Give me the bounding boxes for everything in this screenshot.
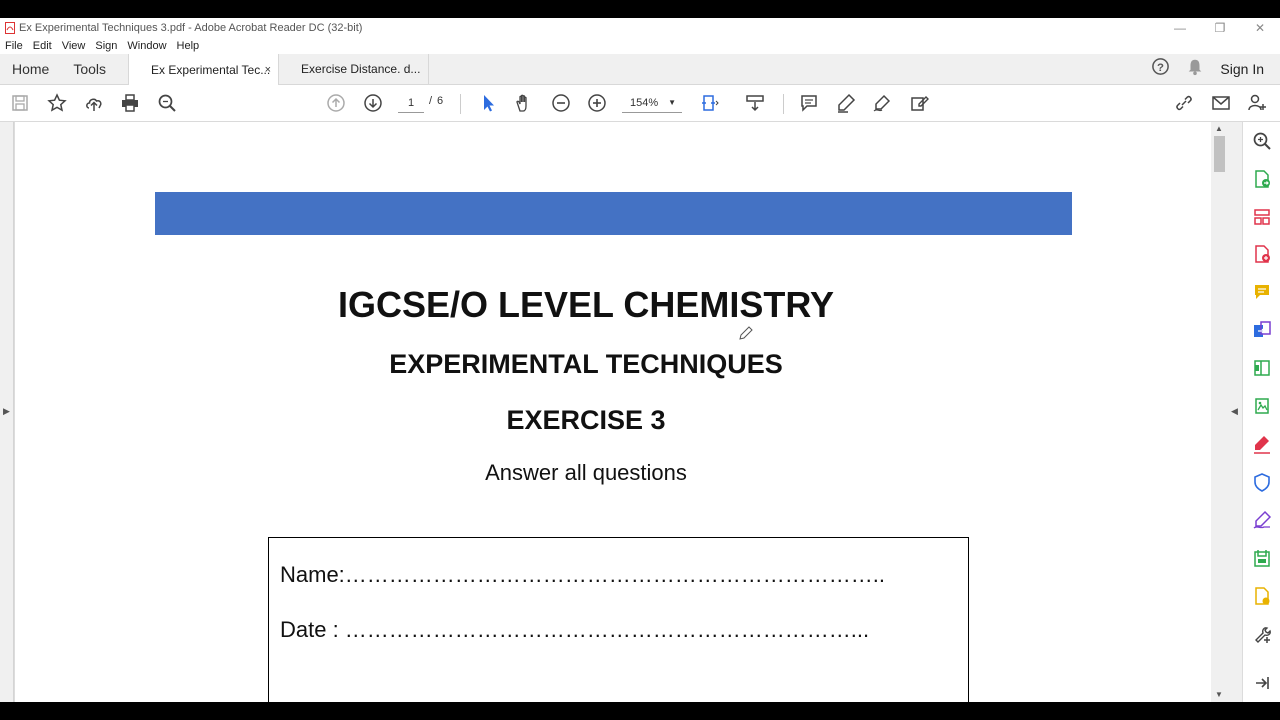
document-title: IGCSE/O LEVEL CHEMISTRY	[337, 284, 835, 325]
tab-bar-right: ? Sign In	[1151, 54, 1280, 84]
save-icon[interactable]	[8, 92, 32, 114]
protect-icon[interactable]	[1251, 471, 1273, 493]
left-panel-toggle[interactable]: ▶	[0, 122, 14, 702]
send-review-icon[interactable]	[1251, 585, 1273, 607]
email-icon[interactable]	[1209, 92, 1233, 114]
highlight-pen-icon[interactable]	[834, 92, 858, 114]
zoom-in-icon[interactable]	[585, 92, 609, 114]
sign-in-button[interactable]: Sign In	[1220, 61, 1264, 77]
share-link-icon[interactable]	[1172, 92, 1196, 114]
menu-help[interactable]: Help	[177, 40, 200, 52]
toolbar-separator	[783, 94, 784, 114]
upload-cloud-icon[interactable]	[82, 92, 106, 114]
minimize-icon[interactable]: —	[1160, 18, 1200, 37]
chevron-down-icon: ▼	[668, 98, 676, 107]
right-panel-toggle[interactable]: ◀	[1228, 122, 1242, 702]
menu-window[interactable]: Window	[127, 40, 166, 52]
name-line: Name:………………………………………………………………..	[280, 562, 886, 587]
fit-page-icon[interactable]	[698, 92, 722, 114]
svg-text:?: ?	[1157, 62, 1164, 74]
tab-bar: Home Tools Ex Experimental Tec... × Exer…	[0, 54, 1280, 86]
menu-bar: File Edit View Sign Window Help	[0, 37, 1280, 54]
zoom-out-icon[interactable]	[549, 92, 573, 114]
comment-icon[interactable]	[797, 92, 821, 114]
student-info-box: Name:……………………………………………………………….. Date : ……	[268, 537, 969, 702]
help-icon[interactable]: ?	[1151, 57, 1170, 81]
page-up-icon[interactable]	[324, 92, 348, 114]
draw-icon[interactable]	[870, 92, 894, 114]
toolbar: 1 / 6 154% ▼	[0, 85, 1280, 122]
edit-pdf-icon[interactable]	[1251, 357, 1273, 379]
comment-tool-icon[interactable]	[1251, 281, 1273, 303]
date-line: Date : ……………………………………………………………...	[280, 617, 870, 642]
collapse-panel-icon[interactable]	[1251, 672, 1273, 694]
zoom-tool-icon[interactable]	[1251, 130, 1273, 152]
zoom-level-value: 154%	[630, 97, 659, 109]
combine-files-icon[interactable]	[1251, 319, 1273, 341]
create-pdf-icon[interactable]	[1251, 243, 1273, 265]
notification-bell-icon[interactable]	[1186, 58, 1204, 81]
scroll-mode-icon[interactable]	[743, 92, 767, 114]
export-pdf-icon[interactable]	[1251, 168, 1273, 190]
zoom-level-select[interactable]: 154% ▼	[622, 93, 682, 113]
bottom-letterbox	[0, 702, 1280, 720]
vertical-scrollbar[interactable]: ▲ ▼	[1211, 122, 1228, 702]
window-titlebar: Ex Experimental Techniques 3.pdf - Adobe…	[0, 18, 1280, 37]
page-number-input[interactable]: 1	[398, 93, 424, 113]
fill-sign-icon[interactable]	[907, 92, 931, 114]
bookmark-star-icon[interactable]	[45, 92, 69, 114]
export-image-icon[interactable]	[1251, 395, 1273, 417]
document-viewer: ▶ IGCSE/O LEVEL CHEMISTRY EXPERIMENTAL T…	[0, 122, 1242, 702]
toolbar-separator	[460, 94, 461, 114]
chevron-right-icon: ▶	[3, 406, 10, 416]
print-icon[interactable]	[118, 92, 142, 114]
hand-icon[interactable]	[512, 92, 536, 114]
tab-document-label: Ex Experimental Tec...	[151, 63, 271, 77]
document-instruction: Answer all questions	[485, 460, 687, 485]
tab-spacer	[428, 54, 1151, 84]
add-user-icon[interactable]	[1245, 92, 1269, 114]
fill-sign-tool-icon[interactable]	[1251, 433, 1273, 455]
pdf-page[interactable]: IGCSE/O LEVEL CHEMISTRY EXPERIMENTAL TEC…	[15, 122, 1211, 702]
document-subtitle: EXPERIMENTAL TECHNIQUES	[389, 349, 783, 379]
pen-cursor-icon	[739, 326, 753, 345]
pdf-file-icon	[4, 21, 16, 34]
menu-view[interactable]: View	[62, 40, 86, 52]
restore-icon[interactable]: ❐	[1200, 18, 1240, 37]
page-separator: /	[429, 95, 433, 107]
tools-pane	[1242, 122, 1280, 702]
document-exercise: EXERCISE 3	[506, 405, 666, 435]
window-controls: — ❐ ✕	[1160, 18, 1280, 37]
tab-document-2[interactable]: Exercise Distance. d...	[278, 54, 428, 84]
menu-edit[interactable]: Edit	[33, 40, 52, 52]
select-arrow-icon[interactable]	[476, 92, 500, 114]
tab-close-icon[interactable]: ×	[265, 64, 271, 76]
close-window-icon[interactable]: ✕	[1240, 18, 1280, 37]
page-down-icon[interactable]	[361, 92, 385, 114]
window-title: Ex Experimental Techniques 3.pdf - Adobe…	[19, 21, 363, 34]
top-letterbox	[0, 0, 1280, 18]
menu-sign[interactable]: Sign	[95, 40, 117, 52]
header-banner	[155, 192, 1072, 235]
tab-tools[interactable]: Tools	[61, 54, 128, 84]
search-icon[interactable]	[155, 92, 179, 114]
tab-home[interactable]: Home	[0, 54, 61, 84]
more-tools-icon[interactable]	[1251, 623, 1273, 645]
scroll-down-icon[interactable]: ▼	[1215, 690, 1223, 699]
organize-pages-icon[interactable]	[1251, 206, 1273, 228]
page-total: 6	[437, 95, 444, 107]
sign-tool-icon[interactable]	[1251, 509, 1273, 531]
tab-document-active[interactable]: Ex Experimental Tec... ×	[128, 54, 279, 86]
compress-icon[interactable]	[1251, 547, 1273, 569]
tab-document-label: Exercise Distance. d...	[301, 62, 421, 76]
chevron-left-icon: ◀	[1231, 406, 1238, 416]
scrollbar-thumb[interactable]	[1214, 136, 1225, 172]
menu-file[interactable]: File	[5, 40, 23, 52]
scroll-up-icon[interactable]: ▲	[1215, 124, 1223, 133]
